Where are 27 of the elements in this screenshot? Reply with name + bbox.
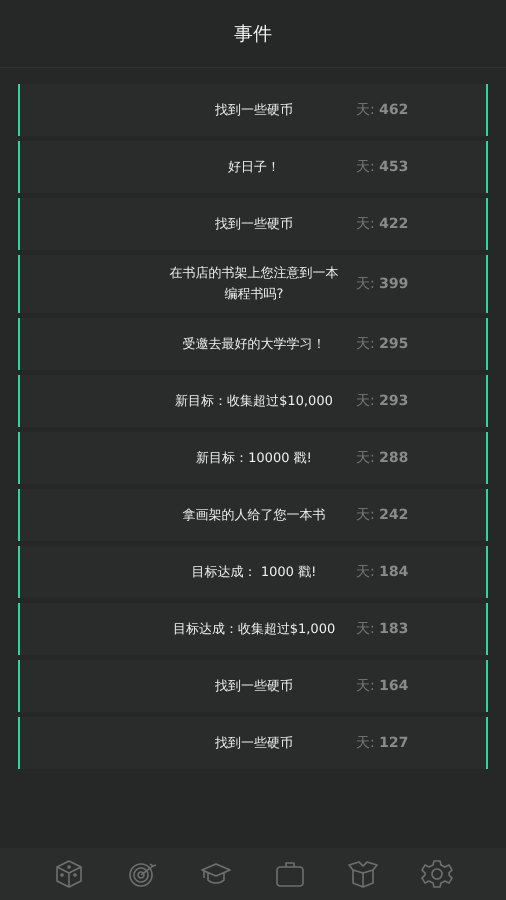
day-count: 天: 184 [356,563,408,581]
day-count: 天: 295 [356,335,408,353]
event-text: 找到一些硬币 [214,102,294,120]
event-text: 找到一些硬币 [214,678,294,696]
day-count: 天: 399 [356,275,408,293]
event-text: 目标达成：收集超过$1,000 [172,620,336,638]
day-count: 天: 242 [356,506,408,524]
day-count: 天: 422 [356,215,408,233]
event-text: 新目标：10000 戳! [195,450,313,468]
page-title: 事件 [234,22,272,46]
event-text: 好日子！ [227,158,281,176]
day-count: 天: 127 [356,734,408,752]
event-text: 新目标：收集超过$10,000 [174,392,334,410]
day-count: 天: 462 [356,101,408,119]
event-text: 找到一些硬币 [214,216,294,234]
day-count: 天: 288 [356,449,408,467]
event-text: 在书店的书架上您注意到一本编程书吗? [168,265,340,304]
day-count: 天: 453 [356,158,408,176]
event-text: 拿画架的人给了您一本书 [182,506,326,524]
event-text: 受邀去最好的大学学习！ [182,336,326,354]
day-count: 天: 183 [356,620,408,638]
day-count: 天: 164 [356,677,408,695]
open-box-icon[interactable] [347,858,380,890]
day-count: 天: 293 [356,392,408,410]
event-text: 找到一些硬币 [214,734,294,752]
settings-icon[interactable] [421,858,454,890]
event-text: 目标达成： 1000 戳! [190,564,318,582]
